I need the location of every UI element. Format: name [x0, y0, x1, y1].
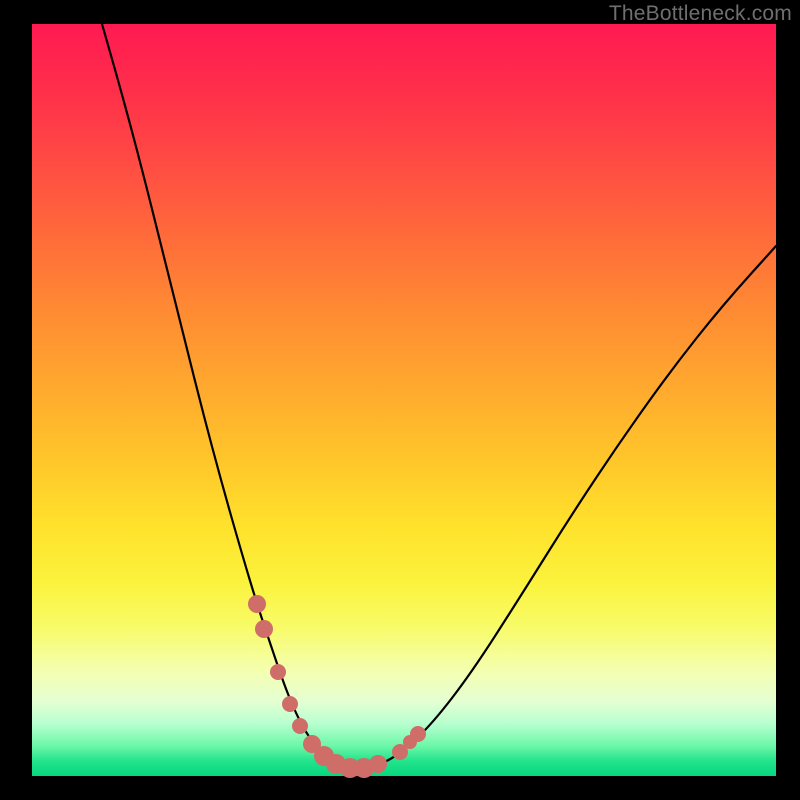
curve-marker	[282, 696, 298, 712]
curve-marker	[255, 620, 273, 638]
curve-marker	[292, 718, 308, 734]
curve-markers	[248, 595, 426, 778]
curve-marker	[369, 755, 387, 773]
plot-area	[32, 24, 776, 776]
curve-marker	[410, 726, 426, 742]
curve-marker	[248, 595, 266, 613]
curve-marker	[270, 664, 286, 680]
bottleneck-curve-svg	[32, 24, 776, 776]
bottleneck-curve	[102, 24, 776, 768]
chart-frame: TheBottleneck.com	[0, 0, 800, 800]
watermark-text: TheBottleneck.com	[609, 2, 792, 26]
